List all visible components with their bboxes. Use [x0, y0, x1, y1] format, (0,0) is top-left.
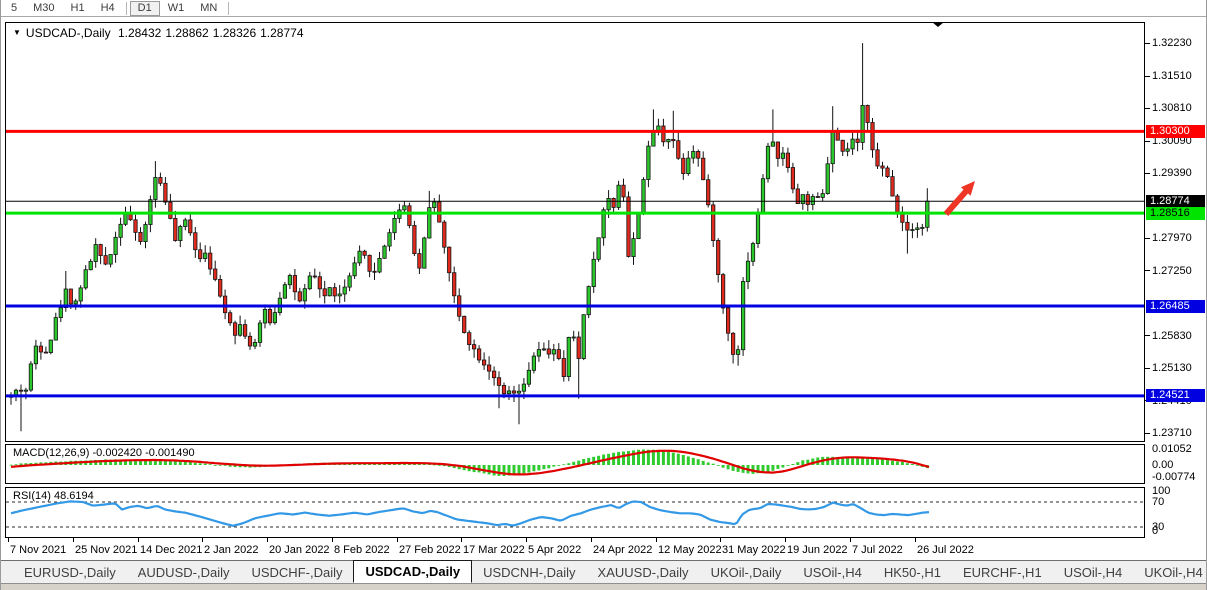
- price-axis-tick: [1145, 43, 1150, 44]
- ohlc-open: 1.28432: [118, 26, 161, 40]
- tab-xauusd-daily[interactable]: XAUUSD-,Daily: [587, 563, 700, 582]
- date-axis-label: 25 Nov 2021: [75, 544, 137, 556]
- symbol-tabbar: EURUSD-,DailyAUDUSD-,DailyUSDCHF-,DailyU…: [1, 560, 1206, 583]
- chart-symbol-label: USDCAD-,Daily: [26, 26, 111, 40]
- date-axis-label: 2 Jan 2022: [204, 544, 258, 556]
- date-axis-tick: [461, 538, 462, 542]
- timeframe-button-mn[interactable]: MN: [192, 1, 225, 15]
- date-axis-label: 27 Feb 2022: [399, 544, 461, 556]
- price-level-badge: 1.26485: [1146, 300, 1205, 313]
- timeframe-button-5[interactable]: 5: [3, 1, 25, 15]
- date-axis-label: 24 Apr 2022: [593, 544, 652, 556]
- timeframe-toolbar: 5M30H1H4 D1W1MN: [1, 0, 1206, 17]
- date-axis-tick: [202, 538, 203, 542]
- macd-values: -0.002420 -0.001490: [92, 447, 194, 459]
- ohlc-low: 1.28326: [213, 26, 256, 40]
- date-axis-tick: [138, 538, 139, 542]
- timeframe-button-h1[interactable]: H1: [63, 1, 93, 15]
- rsi-value: 48.6194: [54, 490, 94, 502]
- macd-axis-label: 0.00: [1152, 459, 1206, 471]
- date-axis-tick: [720, 538, 721, 542]
- tab-usdcnh-daily[interactable]: USDCNH-,Daily: [472, 563, 586, 582]
- timeframe-button-w1[interactable]: W1: [160, 1, 193, 15]
- price-level-badge: 1.30300: [1146, 125, 1205, 138]
- ohlc-high: 1.28862: [165, 26, 208, 40]
- price-axis-tick: [1145, 238, 1150, 239]
- tab-hk50-h1[interactable]: HK50-,H1: [873, 563, 952, 582]
- tab-usdcad-daily[interactable]: USDCAD-,Daily: [353, 560, 472, 583]
- date-axis-label: 14 Dec 2021: [140, 544, 202, 556]
- price-level-badge: 1.28516: [1146, 207, 1205, 220]
- timeframe-button-m30[interactable]: M30: [25, 1, 62, 15]
- price-chart-panel[interactable]: [5, 22, 1145, 442]
- price-axis-tick: [1145, 173, 1150, 174]
- date-axis-label: 20 Jan 2022: [269, 544, 330, 556]
- price-axis-label: 1.25830: [1152, 330, 1206, 342]
- date-axis-label: 26 Jul 2022: [917, 544, 974, 556]
- price-axis-label: 1.32230: [1152, 37, 1206, 49]
- timeframe-button-h4[interactable]: H4: [93, 1, 123, 15]
- date-axis-label: 7 Jul 2022: [852, 544, 903, 556]
- date-axis-tick: [785, 538, 786, 542]
- price-axis-tick: [1145, 270, 1150, 271]
- rsi-axis-label: 70: [1152, 496, 1206, 508]
- macd-label: MACD(12,26,9) -0.002420 -0.001490: [13, 447, 195, 459]
- tab-eurchf-h1[interactable]: EURCHF-,H1: [952, 563, 1053, 582]
- price-axis-label: 1.30810: [1152, 102, 1206, 114]
- trading-app-window: 5M30H1H4 D1W1MN ▼ USDCAD-,Daily 1.28432 1.2…: [0, 0, 1207, 590]
- date-axis-label: 17 Mar 2022: [463, 544, 525, 556]
- tab-ukoil-h4[interactable]: UKOil-,H4: [1133, 563, 1207, 582]
- rsi-panel[interactable]: [5, 487, 1145, 538]
- tab-audusd-daily[interactable]: AUDUSD-,Daily: [127, 563, 241, 582]
- price-axis-tick: [1145, 433, 1150, 434]
- date-axis-tick: [526, 538, 527, 542]
- date-axis-label: 12 May 2022: [658, 544, 722, 556]
- date-axis-label: 7 Nov 2021: [10, 544, 66, 556]
- price-axis-tick: [1145, 368, 1150, 369]
- ohlc-close: 1.28774: [260, 26, 303, 40]
- chevron-down-icon[interactable]: ▼: [13, 28, 21, 37]
- price-axis-label: 1.27970: [1152, 232, 1206, 244]
- macd-axis-label: -0.00774: [1152, 471, 1206, 483]
- date-axis-tick: [397, 538, 398, 542]
- price-axis-tick: [1145, 76, 1150, 77]
- tab-usdchf-daily[interactable]: USDCHF-,Daily: [240, 563, 353, 582]
- rsi-label: RSI(14) 48.6194: [13, 490, 94, 502]
- date-axis-tick: [591, 538, 592, 542]
- toolbar-separator: [228, 2, 229, 15]
- date-axis-tick: [332, 538, 333, 542]
- date-axis-label: 31 May 2022: [722, 544, 786, 556]
- rsi-axis-label: 0: [1152, 525, 1206, 537]
- date-axis-tick: [850, 538, 851, 542]
- tab-usoil-h4[interactable]: USOil-,H4: [792, 563, 873, 582]
- price-axis-label: 1.25130: [1152, 362, 1206, 374]
- price-axis-tick: [1145, 335, 1150, 336]
- tab-eurusd-daily[interactable]: EURUSD-,Daily: [13, 563, 127, 582]
- date-axis-tick: [915, 538, 916, 542]
- date-axis-tick: [267, 538, 268, 542]
- date-axis-label: 5 Apr 2022: [528, 544, 581, 556]
- price-axis-label: 1.27250: [1152, 265, 1206, 277]
- price-axis-label: 1.29390: [1152, 167, 1206, 179]
- macd-axis-label: 0.01052: [1152, 443, 1206, 455]
- tab-ukoil-daily[interactable]: UKOil-,Daily: [700, 563, 793, 582]
- date-axis-tick: [8, 538, 9, 542]
- price-axis-label: 1.23710: [1152, 427, 1206, 439]
- date-axis-tick: [73, 538, 74, 542]
- price-axis-tick: [1145, 108, 1150, 109]
- window-bottom-edge: [1, 583, 1206, 590]
- price-axis-tick: [1145, 141, 1150, 142]
- date-axis-label: 19 Jun 2022: [787, 544, 848, 556]
- price-axis-label: 1.31510: [1152, 70, 1206, 82]
- toolbar-separator: [126, 2, 127, 15]
- timeframe-button-d1[interactable]: D1: [130, 1, 160, 16]
- price-level-badge: 1.24521: [1146, 389, 1205, 402]
- date-axis-tick: [656, 538, 657, 542]
- tab-usoil-h4[interactable]: USOil-,H4: [1053, 563, 1134, 582]
- date-axis-label: 8 Feb 2022: [334, 544, 390, 556]
- chart-title: ▼ USDCAD-,Daily 1.28432 1.28862 1.28326 1.28…: [13, 26, 308, 40]
